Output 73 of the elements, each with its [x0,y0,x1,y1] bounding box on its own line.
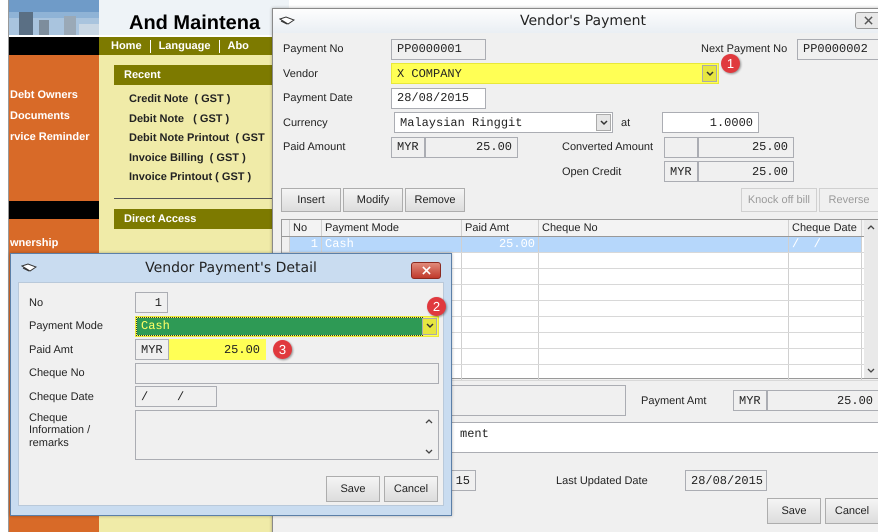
vendor-dropdown[interactable]: X COMPANY [391,63,719,84]
date-field[interactable]: / / [135,386,217,407]
column-header[interactable]: Payment Mode [322,220,462,236]
column-header[interactable]: Cheque No [539,220,789,236]
field-label: Paid Amt [29,344,74,356]
dialog-button[interactable]: Cancel [384,476,438,502]
text-field[interactable]: PP0000001 [391,38,486,60]
nav-link[interactable]: Language [158,40,211,52]
currency-field: MYR [391,136,425,158]
currency-field: MYR [733,390,767,411]
text-field[interactable]: PP0000002 [797,38,878,60]
field-label: No [29,296,44,308]
field-label: Converted Amount [562,141,654,153]
amount-field[interactable]: 25.00 [698,136,794,158]
column-header[interactable]: Cheque Date [789,220,862,236]
field-label: Open Credit [562,166,622,178]
chevron-down-icon [867,368,875,374]
chevron-up-icon [425,418,433,424]
step-badge: 1 [721,54,740,72]
nav-link[interactable]: Abo [228,40,249,52]
chevron-down-icon [596,114,611,131]
book-icon [279,16,295,26]
dialog-button[interactable]: Save [767,498,821,524]
step-badge: 2 [427,296,446,316]
currency-field: MYR [135,339,169,360]
field-label: Last Updated Date [556,474,649,486]
date-field[interactable]: 28/08/2015 [391,88,486,108]
nav-link[interactable]: Home [111,40,142,52]
toolbar-button[interactable]: Modify [343,188,403,212]
field-label: Paid Amount [283,141,346,153]
field-label: Cheque Information / remarks [29,412,92,449]
amount-field[interactable]: 25.00 [767,390,878,411]
toolbar-button[interactable]: Insert [281,188,341,212]
field-label: Payment No [283,43,345,55]
field-label: Payment Date [283,92,354,104]
dialog-button[interactable]: Save [326,476,380,502]
banner-title: And Maintena [129,11,260,35]
field-label: at [621,116,632,128]
currency-dropdown[interactable]: Malaysian Ringgit [394,112,613,133]
currency-field [664,136,698,158]
chevron-up-icon [867,224,875,230]
text-field[interactable] [135,362,439,384]
rate-field[interactable]: 1.0000 [662,112,759,133]
field-label: Payment Mode [29,320,104,332]
scrollbar[interactable] [864,220,878,378]
field-label: Currency [283,116,329,128]
currency-field: MYR [664,161,698,182]
text-field[interactable]: 1 [135,292,168,313]
chevron-down-icon [422,318,437,334]
field-label: Next Payment No [701,43,788,55]
amount-field[interactable]: 25.00 [169,339,266,360]
window-title: Vendor Payment's Detail [145,260,317,276]
text-area[interactable] [135,410,439,460]
field-label: Vendor [283,68,319,80]
toolbar-button[interactable]: Remove [405,188,465,212]
column-header[interactable]: Paid Amt [462,220,539,236]
date-field[interactable]: 28/08/2015 [685,470,767,491]
close-button[interactable] [855,12,878,29]
close-icon [864,16,872,25]
amount-field[interactable]: 25.00 [425,136,518,158]
step-badge: 3 [273,340,292,359]
close-button[interactable] [411,262,441,279]
window-title: Vendor's Payment [520,13,646,29]
chevron-down-icon [702,65,717,82]
close-icon [422,266,430,275]
dialog-button[interactable]: Cancel [825,498,878,524]
field-label: Cheque Date [29,390,95,402]
field-label: Payment Amt [641,394,708,406]
chevron-down-icon [425,448,433,454]
book-icon [21,263,37,273]
column-header[interactable]: No [290,220,322,236]
amount-field[interactable]: 25.00 [698,161,794,182]
field-label: Cheque No [29,367,86,379]
